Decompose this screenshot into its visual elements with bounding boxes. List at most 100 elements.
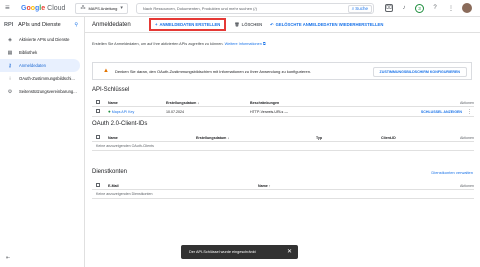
- notice-text: Denken Sie daran, den OAuth-Zustimmungsb…: [114, 68, 312, 74]
- learn-more-link[interactable]: Weitere Informationen ⧉: [225, 42, 266, 46]
- empty-row: Keine anzuzeigenden Dienstkonten: [92, 190, 474, 199]
- col-created-label: Erstellungsdatum: [196, 135, 227, 140]
- intro-description: Erstellen Sie Anmeldedaten, um auf Ihre …: [92, 42, 224, 46]
- restore-label: GELÖSCHTE ANMELDEDATEN WIEDERHERSTELLEN: [275, 22, 384, 27]
- snackbar: Der API-Schlüssel wurde eingeschränkt ✕: [181, 245, 298, 259]
- consent-screen-notice: ▲ Denken Sie daran, den OAuth-Zustimmung…: [92, 62, 472, 80]
- learn-more-link-part1: Weitere: [224, 42, 238, 46]
- col-created[interactable]: Erstellungsdatum ↓: [196, 136, 316, 140]
- api-keys-title: API-Schlüssel: [92, 87, 130, 93]
- search-icon: ⌕: [351, 6, 355, 11]
- key-name-cell: ● Maps API Key: [108, 109, 166, 114]
- badge-counter[interactable]: 3: [415, 3, 424, 13]
- project-selector[interactable]: ⁂ MAPS Anleitung ▾: [75, 2, 128, 14]
- create-credentials-button[interactable]: + ANMELDEDATEN ERSTELLEN: [149, 18, 227, 31]
- configure-consent-screen-button[interactable]: ZUSTIMMUNGSBILDSCHIRM KONFIGURIEREN: [372, 67, 467, 77]
- sidebar-item-label: Anmeldedaten: [19, 63, 47, 68]
- delete-button[interactable]: 🗑 LÖSCHEN: [234, 22, 262, 28]
- restrictions-cell: HTTP-Verweis-URLs —: [250, 110, 410, 114]
- chevron-down-icon: ▾: [120, 5, 123, 11]
- empty-row: Keine anzuzeigenden OAuth-Clients: [92, 142, 474, 151]
- restore-icon: ↶: [270, 22, 274, 27]
- library-icon: ▦: [7, 49, 13, 56]
- service-accounts-table: E-Mail Name ↑ Aktionen Keine anzuzeigend…: [92, 182, 474, 199]
- select-all-checkbox[interactable]: [92, 100, 108, 105]
- sidebar-item-label: Aktivierte APIs und Dienste: [19, 37, 70, 42]
- restore-deleted-credentials-button[interactable]: ↶ GELÖSCHTE ANMELDEDATEN WIEDERHERSTELLE…: [270, 22, 383, 27]
- top-bar: ≡ Google Cloud ⁂ MAPS Anleitung ▾ Nach R…: [0, 0, 480, 17]
- service-accounts-title: Dienstkonten: [92, 169, 128, 175]
- logo-google: Google: [21, 4, 46, 12]
- pin-icon[interactable]: ⚲: [74, 22, 78, 28]
- api-logo: RPI: [4, 22, 14, 28]
- create-credentials-label: ANMELDEDATEN ERSTELLEN: [159, 22, 221, 27]
- sidebar-item-library[interactable]: ▦ Bibliothek: [0, 46, 84, 59]
- settings-icon: ⚙: [7, 88, 13, 95]
- main-content: Anmeldedaten + ANMELDEDATEN ERSTELLEN 🗑 …: [85, 17, 480, 267]
- apis-icon: ◈: [8, 36, 12, 43]
- help-icon[interactable]: ?: [430, 3, 440, 13]
- col-email: E-Mail: [108, 183, 119, 188]
- notifications-icon[interactable]: ♪: [399, 3, 409, 13]
- more-icon[interactable]: ⋮: [446, 3, 456, 13]
- col-name: Name: [108, 100, 118, 105]
- row-more-icon[interactable]: ⋮: [462, 109, 472, 115]
- page-title: Anmeldedaten: [92, 21, 131, 28]
- logo-cloud: Cloud: [47, 4, 66, 12]
- select-all-checkbox[interactable]: [92, 183, 108, 188]
- sidebar-header: RPI APIs und Dienste ⚲: [0, 17, 84, 33]
- delete-label: LÖSCHEN: [241, 22, 263, 27]
- close-icon[interactable]: ✕: [287, 248, 292, 255]
- restrictions-value: HTTP-Verweis-URLs: [250, 109, 284, 114]
- consent-icon: ⁝: [9, 75, 11, 82]
- search-button-label: Suche: [355, 6, 369, 11]
- action-bar: Anmeldedaten + ANMELDEDATEN ERSTELLEN 🗑 …: [85, 17, 480, 33]
- search-button[interactable]: ⌕ Suche: [347, 4, 372, 13]
- top-icons: ⌧ ♪ 3 ? ⋮: [385, 3, 472, 13]
- manage-service-accounts-link[interactable]: Dienstkonten verwalten: [431, 170, 473, 175]
- created-date: 10.07.2024: [166, 109, 184, 114]
- col-created-label: Erstellungsdatum: [166, 100, 197, 105]
- gift-icon[interactable]: ⌧: [385, 4, 393, 12]
- col-name: Name: [108, 135, 118, 140]
- avatar[interactable]: [462, 3, 472, 13]
- sidebar-item-page-usage-agreements[interactable]: ⚙ Seitenstützungsvereinbarung...: [0, 85, 84, 98]
- col-actions: Aktionen: [460, 100, 474, 105]
- learn-more-link-part2: Informationen: [238, 42, 262, 46]
- search-placeholder: Nach Ressourcen, Dokumenten, Produkten u…: [142, 5, 257, 11]
- col-actions: Aktionen: [460, 135, 474, 140]
- show-key-button[interactable]: SCHLÜSSEL ANZEIGEN: [410, 110, 462, 114]
- project-icon: ⁂: [80, 5, 86, 11]
- sidebar-item-enabled-apis[interactable]: ◈ Aktivierte APIs und Dienste: [0, 33, 84, 46]
- intro-text: Erstellen Sie Anmeldedaten, um auf Ihre …: [92, 41, 272, 47]
- check-circle-icon: ●: [108, 109, 111, 114]
- sidebar-item-credentials[interactable]: ⚷ Anmeldedaten: [0, 59, 80, 72]
- col-created[interactable]: Erstellungsdatum ↓: [166, 101, 250, 105]
- project-name: MAPS Anleitung: [88, 5, 118, 11]
- oauth-title: OAuth 2.0-Client-IDs: [92, 121, 148, 127]
- sidebar-item-label: Bibliothek: [19, 50, 38, 55]
- table-header: E-Mail Name ↑ Aktionen: [92, 182, 474, 190]
- menu-icon[interactable]: ≡: [5, 4, 14, 12]
- key-icon: ⚷: [8, 62, 12, 69]
- restrictions-dash: —: [284, 109, 288, 114]
- collapse-sidebar-icon[interactable]: ⇤: [6, 255, 10, 261]
- select-all-checkbox[interactable]: [92, 135, 108, 140]
- sidebar-item-label: Seitenstützungsvereinbarung...: [19, 89, 77, 94]
- trash-icon: 🗑: [234, 21, 240, 27]
- col-restrictions: Beschränkungen: [250, 100, 280, 105]
- row-checkbox[interactable]: [92, 109, 108, 114]
- search-input[interactable]: Nach Ressourcen, Dokumenten, Produkten u…: [135, 2, 374, 14]
- table-header: Name Erstellungsdatum ↓ Beschränkungen A…: [92, 99, 474, 107]
- snackbar-message: Der API-Schlüssel wurde eingeschränkt: [189, 250, 256, 254]
- warning-icon: ▲: [103, 68, 109, 74]
- col-type: Typ: [316, 135, 323, 140]
- sidebar-item-oauth-consent[interactable]: ⁝ OAuth-Zustimmungsbildschi...: [0, 72, 84, 85]
- sidebar-item-label: OAuth-Zustimmungsbildschi...: [19, 76, 75, 81]
- plus-icon: +: [155, 22, 158, 27]
- google-cloud-logo[interactable]: Google Cloud: [21, 5, 65, 12]
- col-name[interactable]: Name ↑: [258, 184, 448, 188]
- key-name-link[interactable]: Maps API Key: [112, 110, 135, 114]
- sidebar: RPI APIs und Dienste ⚲ ◈ Aktivierte APIs…: [0, 17, 85, 267]
- col-actions: Aktionen: [460, 183, 474, 188]
